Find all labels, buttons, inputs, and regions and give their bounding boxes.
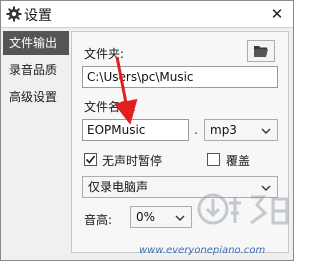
download-site-logo-icon xyxy=(197,193,289,225)
watermark-url: www.everyonepiano.com xyxy=(139,245,266,256)
settings-window: 设置 ✕ 文件输出 录音品质 高级设置 文件夹: C:\Users\pc\Mus… xyxy=(0,0,294,261)
